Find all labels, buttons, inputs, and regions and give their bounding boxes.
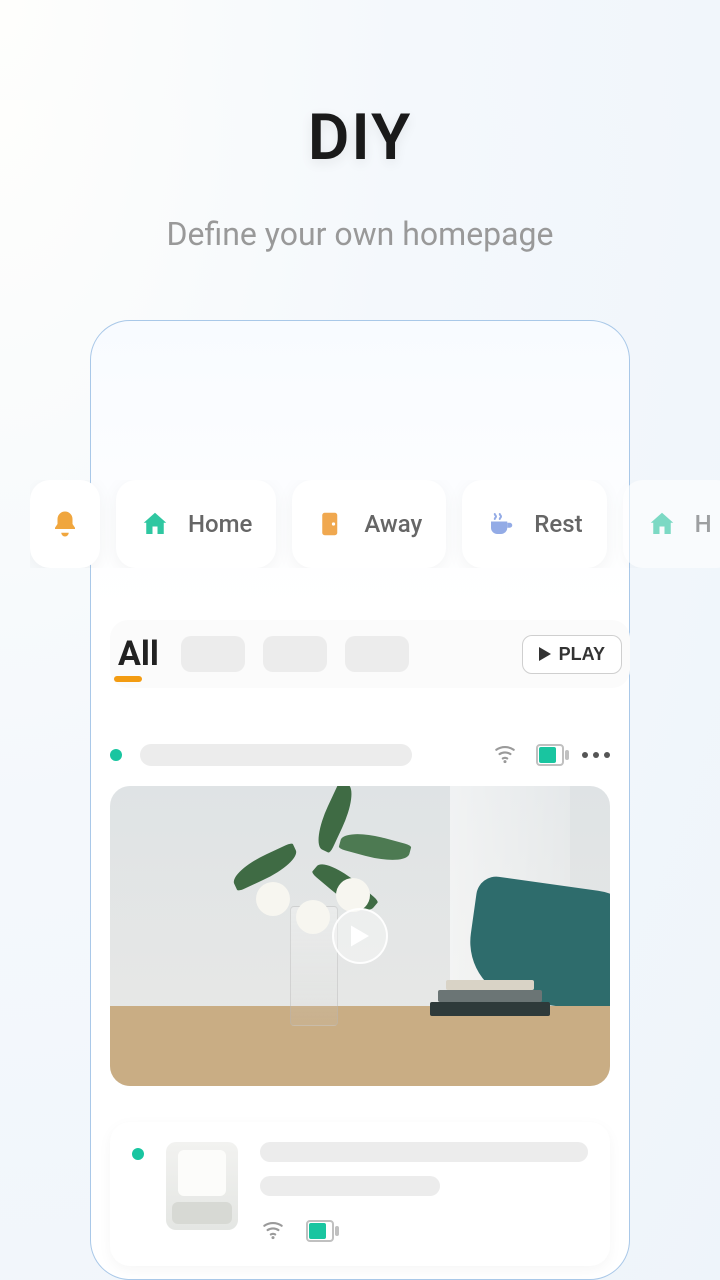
cup-icon <box>486 509 516 539</box>
tab-all[interactable]: All <box>114 634 163 674</box>
page-title: DIY <box>0 100 720 175</box>
wifi-icon <box>492 740 518 770</box>
play-icon <box>539 647 551 661</box>
wifi-icon <box>260 1216 286 1246</box>
quick-chip-extra[interactable]: H <box>623 480 720 568</box>
scene-books <box>430 976 550 1016</box>
scene-table <box>110 1006 610 1086</box>
quick-chip-notifications[interactable] <box>30 480 100 568</box>
quick-chip-rest[interactable]: Rest <box>462 480 606 568</box>
battery-icon <box>536 744 564 766</box>
quick-chip-home[interactable]: Home <box>116 480 276 568</box>
home-icon <box>647 509 677 539</box>
device-status-placeholder <box>260 1176 440 1196</box>
page-subtitle: Define your own homepage <box>0 215 720 253</box>
quick-chip-label: Rest <box>534 510 582 538</box>
device-name-placeholder <box>260 1142 588 1162</box>
quick-chip-label: H <box>695 510 712 538</box>
play-icon <box>351 925 369 947</box>
more-icon[interactable] <box>582 752 610 758</box>
tab-placeholder[interactable] <box>345 636 409 672</box>
device-card-header <box>110 740 610 770</box>
status-dot-online <box>110 749 122 761</box>
device-thumbnail <box>166 1142 238 1230</box>
status-dot-online <box>132 1148 144 1160</box>
quick-chip-label: Home <box>188 510 252 538</box>
play-button-label: PLAY <box>559 644 605 665</box>
play-button[interactable]: PLAY <box>522 635 622 674</box>
device-card[interactable] <box>110 1122 610 1266</box>
video-play-button[interactable] <box>332 908 388 964</box>
filter-row: All PLAY <box>110 620 630 688</box>
bell-icon <box>50 509 80 539</box>
tab-placeholder[interactable] <box>181 636 245 672</box>
camera-preview-card[interactable] <box>110 786 610 1086</box>
tab-placeholder[interactable] <box>263 636 327 672</box>
quick-chip-away[interactable]: Away <box>292 480 446 568</box>
door-icon <box>316 509 346 539</box>
home-icon <box>140 509 170 539</box>
scene-leaves <box>230 796 430 936</box>
battery-icon <box>306 1220 334 1242</box>
device-info <box>260 1142 588 1246</box>
device-name-placeholder <box>140 744 412 766</box>
quick-actions-row: Home Away Rest H <box>30 480 720 568</box>
quick-chip-label: Away <box>364 510 422 538</box>
